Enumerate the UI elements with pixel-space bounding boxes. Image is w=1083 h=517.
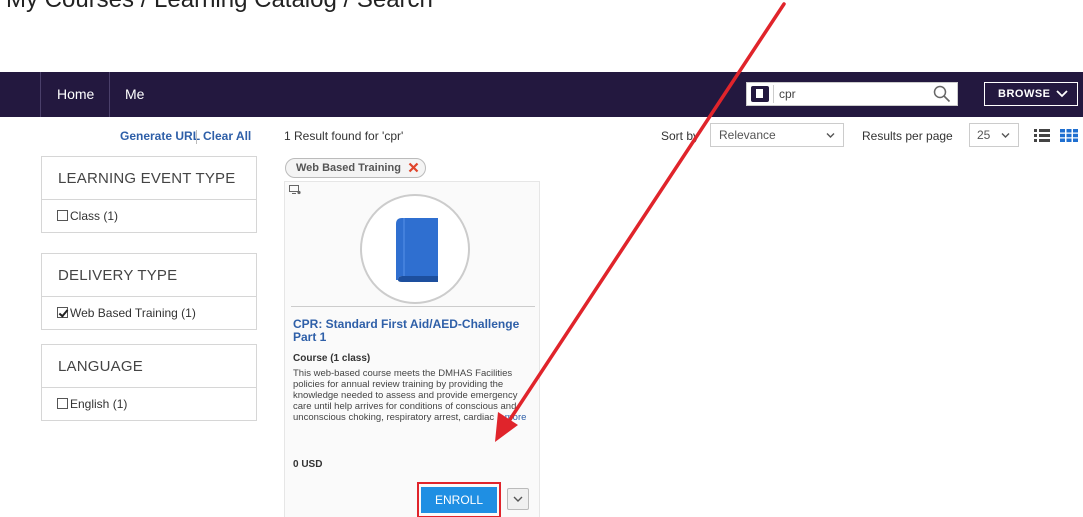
facet-delivery-type: DELIVERY TYPE Web Based Training (1) bbox=[41, 253, 257, 330]
clear-all-link[interactable]: Clear All bbox=[203, 129, 251, 143]
facet-option-web-based-training[interactable]: Web Based Training (1) bbox=[42, 297, 256, 329]
facet-option-english[interactable]: English (1) bbox=[42, 388, 256, 420]
facet-title: DELIVERY TYPE bbox=[42, 254, 256, 297]
results-per-page-select[interactable]: 25 bbox=[969, 123, 1019, 147]
chevron-down-icon bbox=[826, 133, 835, 138]
chevron-down-icon bbox=[513, 496, 523, 502]
browse-button[interactable]: BROWSE bbox=[984, 82, 1078, 106]
chip-label: Web Based Training bbox=[296, 162, 401, 174]
course-price: 0 USD bbox=[293, 459, 323, 470]
book-icon bbox=[396, 218, 438, 282]
course-card: CPR: Standard First Aid/AED-Challenge Pa… bbox=[284, 181, 540, 517]
enroll-button[interactable]: ENROLL bbox=[421, 487, 497, 513]
checkbox-checked[interactable] bbox=[57, 307, 68, 318]
facet-option-label: Web Based Training (1) bbox=[70, 306, 196, 320]
caption-text: My Courses / Learning Catalog / Search bbox=[6, 0, 433, 14]
nav-separator bbox=[109, 72, 110, 117]
sort-label: Sort by bbox=[661, 129, 700, 143]
facet-title: LEARNING EVENT TYPE bbox=[42, 157, 256, 200]
nav-home[interactable]: Home bbox=[57, 72, 94, 117]
results-per-page-label: Results per page bbox=[862, 129, 953, 143]
chevron-down-icon bbox=[1056, 90, 1068, 98]
results-count: 1 Result found for 'cpr' bbox=[284, 129, 404, 143]
chevron-down-icon bbox=[1001, 133, 1010, 138]
nav-separator bbox=[40, 72, 41, 117]
course-description: This web-based course meets the DMHAS Fa… bbox=[293, 368, 538, 423]
description-text: This web-based course meets the DMHAS Fa… bbox=[293, 368, 518, 423]
enroll-options-button[interactable] bbox=[507, 488, 529, 510]
search-divider bbox=[773, 85, 774, 103]
caption: My Courses / Learning Catalog / Search bbox=[0, 0, 1083, 72]
card-divider bbox=[291, 306, 535, 307]
grid-view-icon[interactable] bbox=[1060, 129, 1078, 142]
facet-learning-event-type: LEARNING EVENT TYPE Class (1) bbox=[41, 156, 257, 233]
more-link[interactable]: ...more bbox=[497, 412, 527, 423]
course-title[interactable]: CPR: Standard First Aid/AED-Challenge Pa… bbox=[293, 318, 533, 344]
results-per-page-value: 25 bbox=[977, 128, 991, 142]
list-view-icon[interactable] bbox=[1034, 129, 1050, 142]
nav-me[interactable]: Me bbox=[125, 72, 144, 117]
browse-label: BROWSE bbox=[998, 88, 1051, 100]
checkbox[interactable] bbox=[57, 210, 68, 221]
active-filter-chip: Web Based Training bbox=[285, 158, 426, 178]
checkbox[interactable] bbox=[57, 398, 68, 409]
facet-title: LANGUAGE bbox=[42, 345, 256, 388]
search-input[interactable] bbox=[779, 85, 929, 103]
close-icon[interactable] bbox=[408, 162, 419, 173]
search-icon[interactable] bbox=[933, 85, 951, 103]
facet-option-label: English (1) bbox=[70, 397, 128, 411]
generate-url-link[interactable]: Generate URL bbox=[120, 129, 200, 143]
facet-language: LANGUAGE English (1) bbox=[41, 344, 257, 421]
facet-option-label: Class (1) bbox=[70, 209, 119, 223]
sort-select[interactable]: Relevance bbox=[710, 123, 844, 147]
link-separator bbox=[196, 130, 197, 144]
web-training-icon bbox=[289, 185, 301, 195]
search-scope-icon[interactable] bbox=[751, 86, 769, 102]
facet-option-class[interactable]: Class (1) bbox=[42, 200, 256, 232]
course-type: Course (1 class) bbox=[293, 353, 371, 364]
search-box bbox=[746, 82, 958, 106]
sort-value: Relevance bbox=[719, 128, 776, 142]
course-image[interactable] bbox=[360, 194, 470, 304]
